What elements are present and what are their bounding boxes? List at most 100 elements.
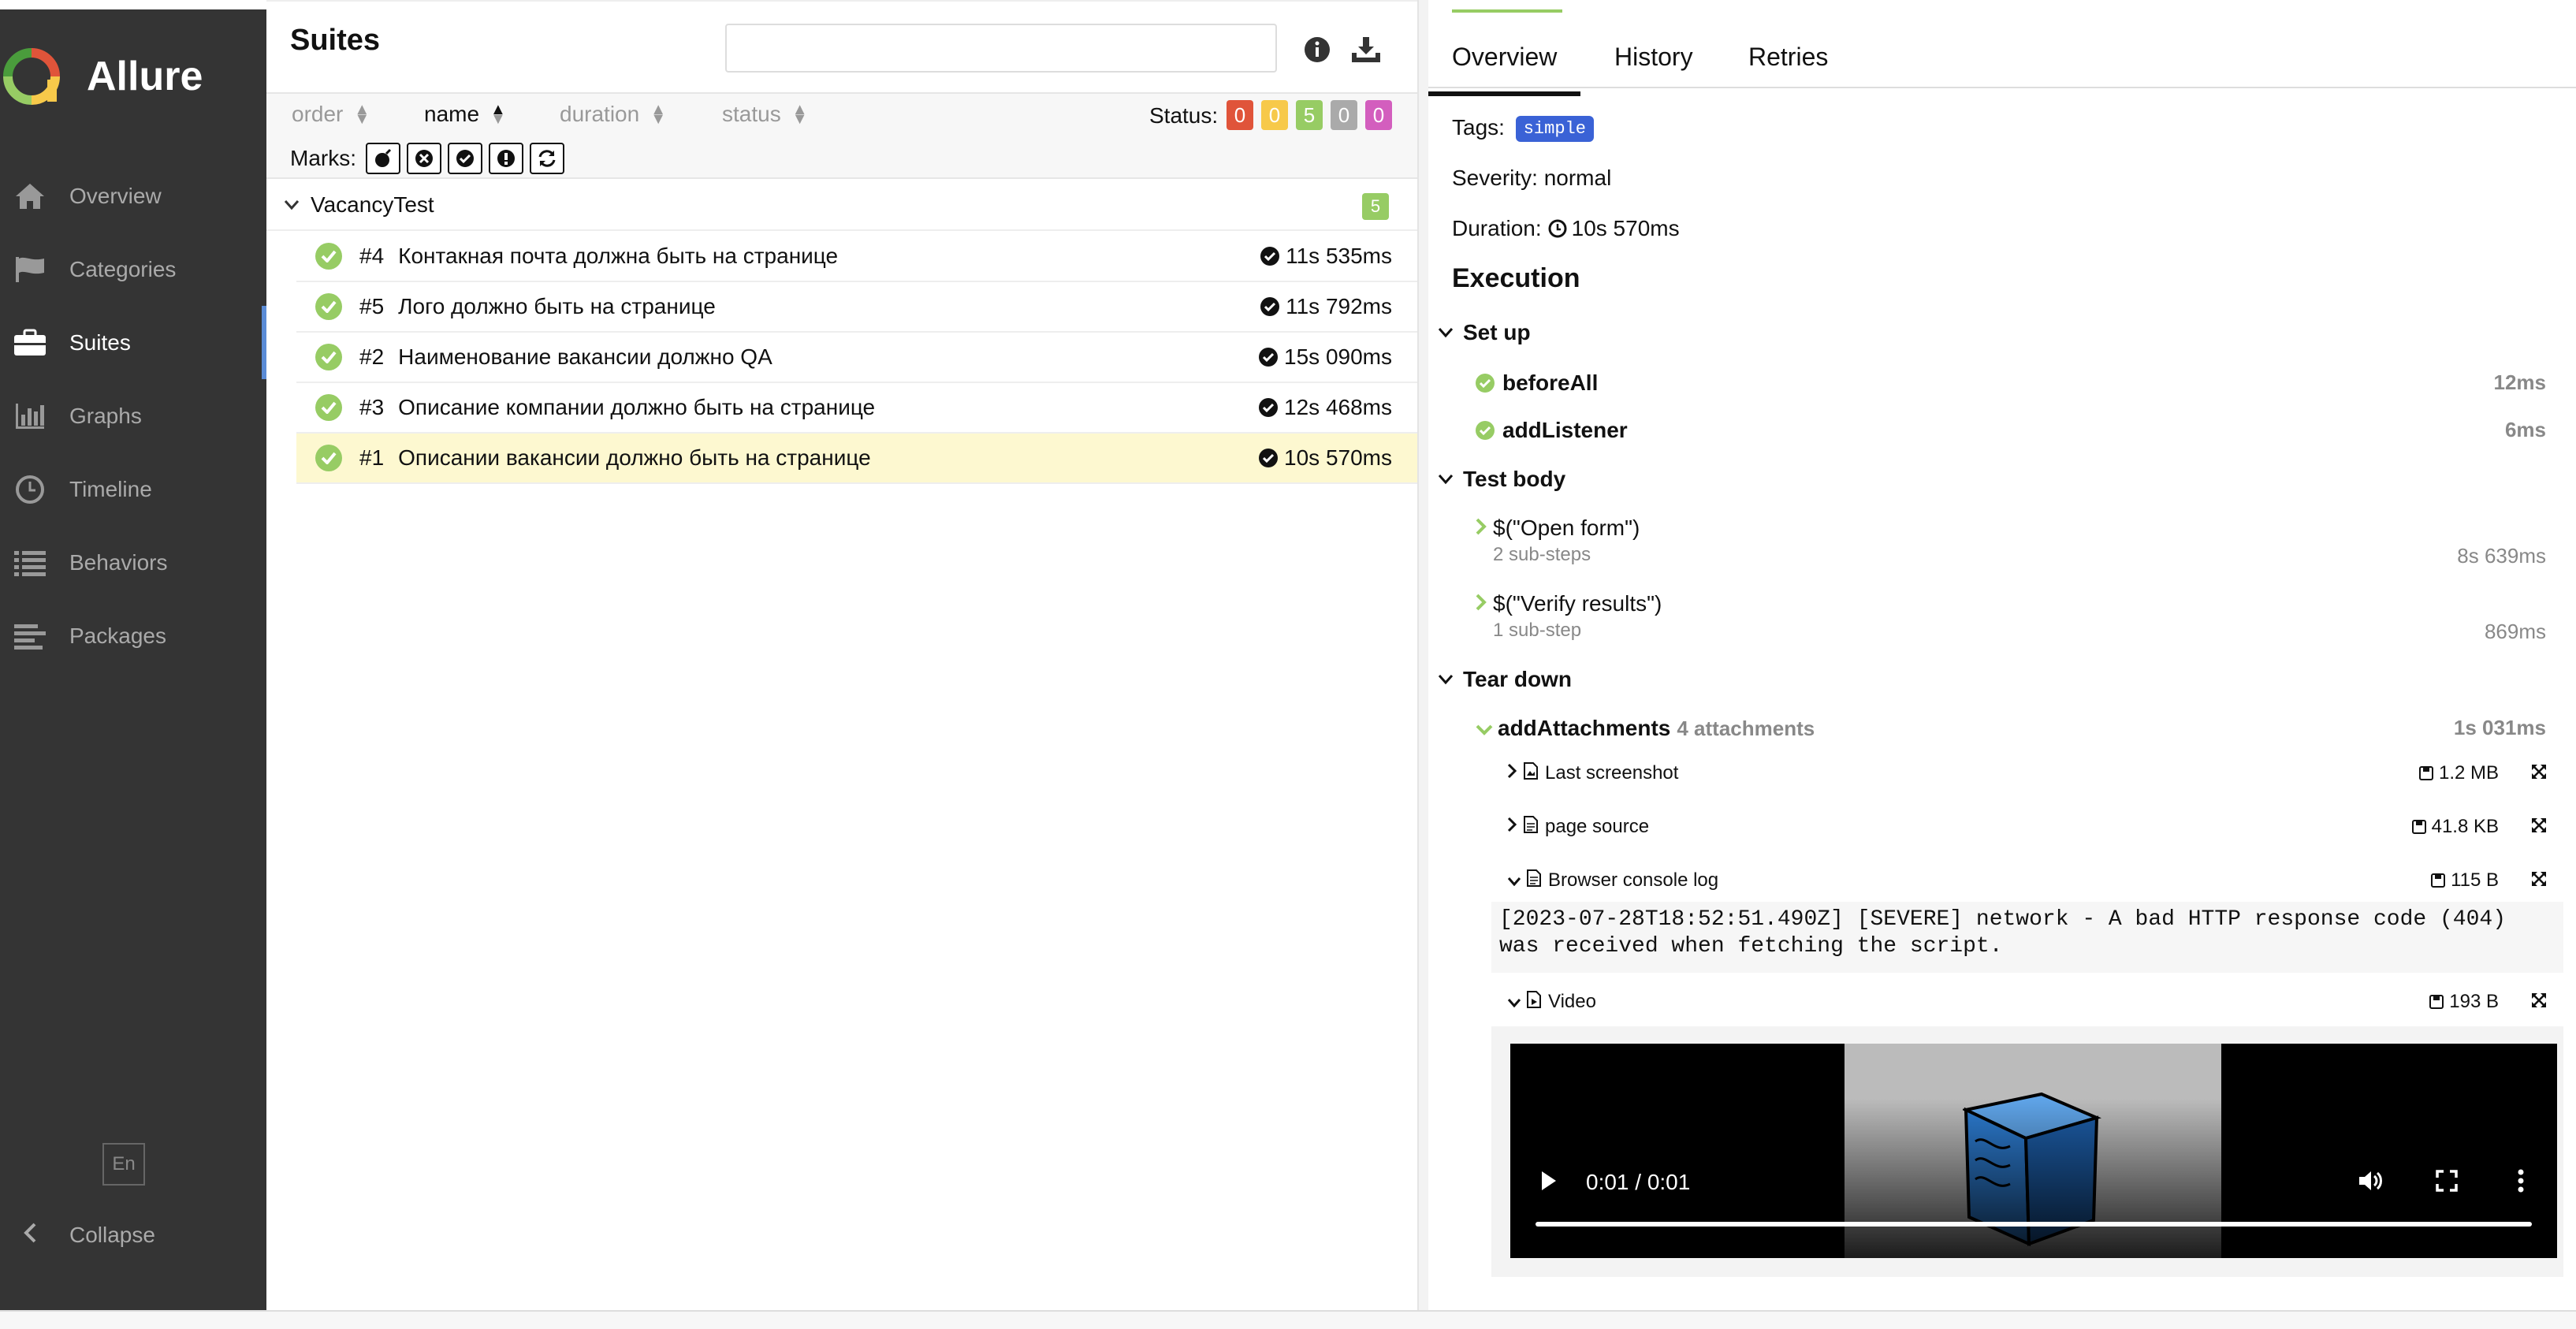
test-name: Лого должно быть на странице (398, 294, 716, 318)
table-row[interactable]: #2 Наименование вакансии должно QA 15s 0… (296, 333, 1417, 383)
sort-order[interactable]: order ▲ ▼ (292, 102, 370, 127)
tab-history[interactable]: History (1614, 43, 1693, 72)
expand-icon[interactable] (2530, 815, 2548, 839)
sort-label: duration (560, 102, 640, 126)
play-icon[interactable] (1539, 1168, 1562, 1195)
sort-name[interactable]: name ▲ ▼ (424, 102, 506, 127)
sidebar-item-label: Timeline (69, 476, 152, 501)
tag-badge[interactable]: simple (1515, 116, 1594, 143)
attachment-size: 115 B (2430, 869, 2499, 892)
new-broken-mark-icon[interactable] (489, 143, 523, 174)
video-player[interactable]: 0:01 / 0:01 (1510, 1044, 2557, 1258)
severity-text: Severity: normal (1452, 166, 1612, 190)
status-failed-badge[interactable]: 0 (1227, 100, 1253, 130)
status-broken-badge[interactable]: 0 (1261, 100, 1288, 130)
page-title: Suites (290, 24, 381, 57)
sidebar-item-categories[interactable]: Categories (0, 233, 266, 306)
attachment-size: 41.8 KB (2411, 816, 2499, 838)
sidebar-item-packages[interactable]: Packages (0, 599, 266, 672)
expand-icon[interactable] (2530, 761, 2548, 786)
sidebar-item-overview[interactable]: Overview (0, 159, 266, 233)
table-row[interactable]: #1 Описании вакансии должно быть на стра… (296, 434, 1417, 484)
test-duration: 10s 570ms (1259, 445, 1392, 471)
sort-label: order (292, 102, 344, 126)
save-icon (2418, 766, 2433, 780)
collapse-button[interactable]: Collapse (0, 1204, 155, 1267)
video-attachment: 0:01 / 0:01 (1491, 1026, 2563, 1277)
sort-duration[interactable]: duration ▲ ▼ (560, 102, 666, 127)
attachments-count: 4 attachments (1677, 716, 1815, 740)
table-row[interactable]: #4 Контакная почта должна быть на страни… (296, 232, 1417, 282)
step-substeps: 1 sub-step (1493, 620, 1582, 641)
chevron-down-icon (1438, 668, 1454, 691)
chevron-down-icon (1507, 991, 1521, 1013)
body-step[interactable]: $("Verify results") 1 sub-step 869ms (1476, 591, 2563, 643)
table-row[interactable]: #3 Описание компании должно быть на стра… (296, 383, 1417, 434)
expand-icon[interactable] (2530, 990, 2548, 1014)
sidebar-item-label: Graphs (69, 403, 142, 428)
body-step[interactable]: $("Open form") 2 sub-steps 8s 639ms (1476, 516, 2563, 568)
test-number: #1 (359, 445, 385, 470)
sort-status[interactable]: status ▲ ▼ (722, 102, 808, 127)
more-options-icon[interactable] (2505, 1165, 2537, 1197)
brand[interactable]: Allure (0, 41, 203, 112)
volume-icon[interactable] (2355, 1165, 2387, 1197)
info-icon[interactable] (1297, 30, 1337, 69)
video-progress-bar[interactable] (1536, 1222, 2532, 1227)
sidebar: Allure Overview Categories Suites Graphs… (0, 9, 266, 1310)
sort-label: name (424, 102, 480, 126)
suite-group-name: VacancyTest (311, 192, 434, 217)
chevron-right-icon (1476, 516, 1487, 541)
text-file-icon (1523, 815, 1539, 839)
attachment-row[interactable]: Browser console log 115 B (1507, 861, 2563, 900)
pane-resize-handle[interactable] (1417, 0, 1428, 1310)
language-button[interactable]: En (102, 1143, 145, 1186)
setup-step[interactable]: beforeAll 12ms (1476, 370, 2563, 396)
step-substeps: 2 sub-steps (1493, 544, 1591, 565)
teardown-step[interactable]: addAttachments 4 attachments 1s 031ms (1476, 716, 2563, 741)
save-icon (2429, 995, 2444, 1009)
suite-group[interactable]: VacancyTest 5 (266, 181, 1417, 231)
status-unknown-badge[interactable]: 0 (1365, 100, 1392, 130)
retries-mark-icon[interactable] (530, 143, 564, 174)
setup-step[interactable]: addListener 6ms (1476, 418, 2563, 443)
attachment-row[interactable]: Video 193 B (1507, 982, 2563, 1022)
flaky-mark-icon[interactable] (366, 143, 400, 174)
tags-label: Tags: (1452, 115, 1505, 140)
duration-text: 11s 535ms (1286, 244, 1392, 268)
sidebar-item-behaviors[interactable]: Behaviors (0, 526, 266, 599)
step-time: 869ms (2484, 620, 2546, 643)
table-row[interactable]: #5 Лого должно быть на странице 11s 792m… (296, 282, 1417, 333)
home-icon (13, 181, 47, 212)
console-log-content: [2023-07-28T18:52:51.490Z] [SEVERE] netw… (1491, 902, 2563, 973)
new-failed-mark-icon[interactable] (407, 143, 441, 174)
status-passed-badge[interactable]: 5 (1296, 100, 1323, 130)
sidebar-item-suites[interactable]: Suites (0, 306, 266, 379)
duration-text: 10s 570ms (1284, 445, 1392, 470)
check-circle-icon (1260, 297, 1280, 316)
bar-chart-icon (13, 400, 47, 432)
detail-tabs: Overview History Retries (1428, 11, 2576, 96)
step-name: addListener (1502, 418, 1628, 442)
sort-icon: ▲ ▼ (490, 101, 506, 128)
test-duration: 11s 535ms (1260, 244, 1392, 269)
sidebar-item-timeline[interactable]: Timeline (0, 452, 266, 526)
new-passed-mark-icon[interactable] (448, 143, 482, 174)
setup-section-toggle[interactable]: Set up (1438, 320, 1531, 345)
tab-retries[interactable]: Retries (1748, 43, 1828, 72)
sidebar-item-label: Overview (69, 183, 162, 208)
tab-overview[interactable]: Overview (1428, 43, 1581, 96)
sidebar-item-graphs[interactable]: Graphs (0, 379, 266, 452)
attachment-row[interactable]: Last screenshot 1.2 MB (1507, 754, 2563, 793)
status-skipped-badge[interactable]: 0 (1331, 100, 1357, 130)
fullscreen-icon[interactable] (2431, 1165, 2462, 1197)
sort-label: status (722, 102, 781, 126)
size-text: 1.2 MB (2438, 762, 2499, 784)
download-icon[interactable] (1346, 30, 1386, 69)
search-input[interactable] (725, 24, 1277, 73)
test-body-section-toggle[interactable]: Test body (1438, 467, 1565, 492)
expand-icon[interactable] (2530, 869, 2548, 893)
duration-text: 12s 468ms (1284, 395, 1392, 419)
teardown-section-toggle[interactable]: Tear down (1438, 667, 1572, 692)
attachment-row[interactable]: page source 41.8 KB (1507, 807, 2563, 847)
